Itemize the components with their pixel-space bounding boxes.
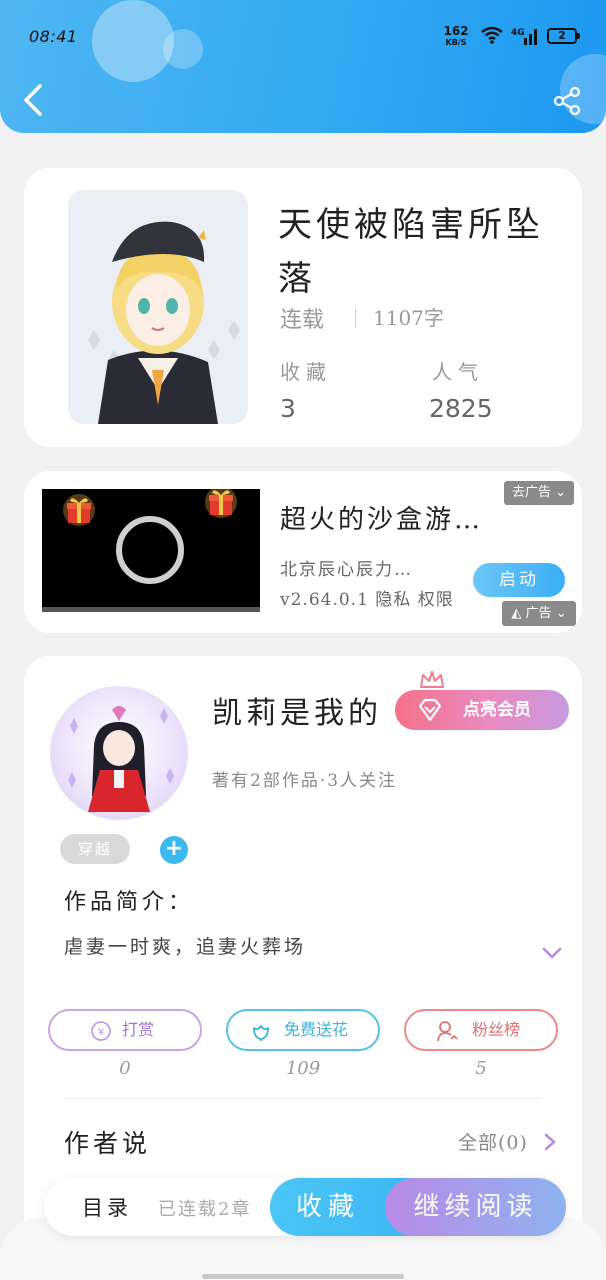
svg-text:4G: 4G	[511, 28, 525, 38]
chapter-status: 已连载2章	[158, 1199, 252, 1220]
home-indicator[interactable]	[202, 1274, 404, 1279]
tip-count: 0	[119, 1058, 131, 1079]
author-avatar[interactable]	[50, 686, 188, 820]
svg-text:¥: ¥	[98, 1027, 104, 1038]
ad-card[interactable]: 超火的沙盒游… 去广告 ⌄ 北京辰心辰力… v2.64.0.1 隐私 权限 启动…	[24, 471, 582, 633]
loading-ring	[116, 516, 184, 584]
chevron-down-icon[interactable]	[541, 946, 563, 960]
vip-membership-button[interactable]: 点亮会员	[395, 690, 569, 730]
fans-count: 5	[475, 1058, 487, 1079]
chevron-right-icon[interactable]	[543, 1132, 557, 1152]
favorites-count: 3	[280, 394, 296, 423]
add-tag-button[interactable]: +	[160, 836, 188, 864]
ad-label-badge[interactable]: ◭ 广告 ⌄	[502, 601, 576, 626]
diamond-icon	[418, 698, 442, 722]
send-flower-label: 免费送花	[284, 1020, 349, 1039]
status-time: 08:41	[29, 27, 78, 46]
book-cover-image[interactable]	[68, 190, 248, 424]
ad-company: 北京辰心辰力…	[280, 560, 413, 580]
table-of-contents-button[interactable]: 目录	[82, 1192, 132, 1222]
back-button[interactable]	[18, 82, 48, 118]
ad-logo-icon: ◭	[511, 606, 522, 621]
divider	[64, 1098, 542, 1099]
signal-icon: 4G	[511, 28, 537, 45]
ad-label-text: 广告	[525, 606, 552, 621]
share-button[interactable]	[552, 86, 582, 116]
ad-title[interactable]: 超火的沙盒游…	[280, 499, 520, 536]
book-word-count: 1107字	[373, 306, 444, 330]
remove-ad-button[interactable]: 去广告 ⌄	[504, 481, 574, 505]
author-words-all-link[interactable]: 全部(0)	[458, 1128, 528, 1155]
ad-launch-button[interactable]: 启动	[473, 563, 565, 597]
book-status: 连载	[280, 308, 325, 333]
flower-icon	[253, 1025, 269, 1041]
popularity-count: 2825	[429, 394, 493, 423]
header: 08:41 162 KB/S 4G 2	[0, 0, 606, 133]
battery-icon: 2	[547, 28, 580, 44]
fans-ranking-label: 粉丝榜	[472, 1020, 521, 1039]
gift-icon	[205, 489, 237, 518]
coin-icon: ¥	[91, 1021, 111, 1041]
send-flower-button[interactable]: 免费送花	[226, 1009, 380, 1051]
video-progress-bar	[42, 607, 260, 612]
vip-button-label: 点亮会员	[463, 700, 531, 720]
ad-video[interactable]	[42, 489, 260, 612]
divider	[355, 309, 356, 327]
gift-icon	[63, 494, 95, 526]
person-icon	[437, 1021, 458, 1042]
network-speed-value: 162	[443, 24, 469, 38]
genre-tag[interactable]: 穿越	[60, 834, 130, 864]
status-bar: 08:41 162 KB/S 4G 2	[0, 0, 606, 72]
author-name[interactable]: 凯莉是我的	[212, 688, 382, 732]
flower-count: 109	[285, 1058, 321, 1079]
continue-reading-button[interactable]: 继续阅读	[385, 1178, 566, 1236]
remove-ad-label: 去广告	[511, 485, 551, 500]
popularity-label: 人气	[432, 360, 484, 384]
tip-label: 打赏	[122, 1020, 155, 1039]
ad-version-privacy[interactable]: v2.64.0.1 隐私 权限	[280, 585, 454, 610]
author-stats: 著有2部作品·3人关注	[212, 771, 398, 791]
network-speed-unit: KB/S	[445, 38, 467, 47]
book-info-card: 天使被陷害所坠落 连载 1107字 收藏 3 人气 2825	[24, 168, 582, 447]
tip-button[interactable]: ¥ 打赏	[48, 1009, 202, 1051]
favorites-label: 收藏	[280, 360, 332, 384]
fans-ranking-button[interactable]: 粉丝榜	[404, 1009, 558, 1051]
crown-icon	[420, 671, 444, 688]
bottom-action-bar: 目录 已连载2章 收藏 继续阅读	[44, 1178, 566, 1236]
book-title: 天使被陷害所坠落	[278, 205, 544, 299]
intro-text: 虐妻一时爽，追妻火葬场	[64, 936, 307, 958]
wifi-icon	[481, 26, 503, 44]
author-words-heading: 作者说	[64, 1129, 152, 1158]
intro-heading: 作品简介：	[64, 890, 195, 915]
network-speed: 162 KB/S	[441, 24, 471, 48]
